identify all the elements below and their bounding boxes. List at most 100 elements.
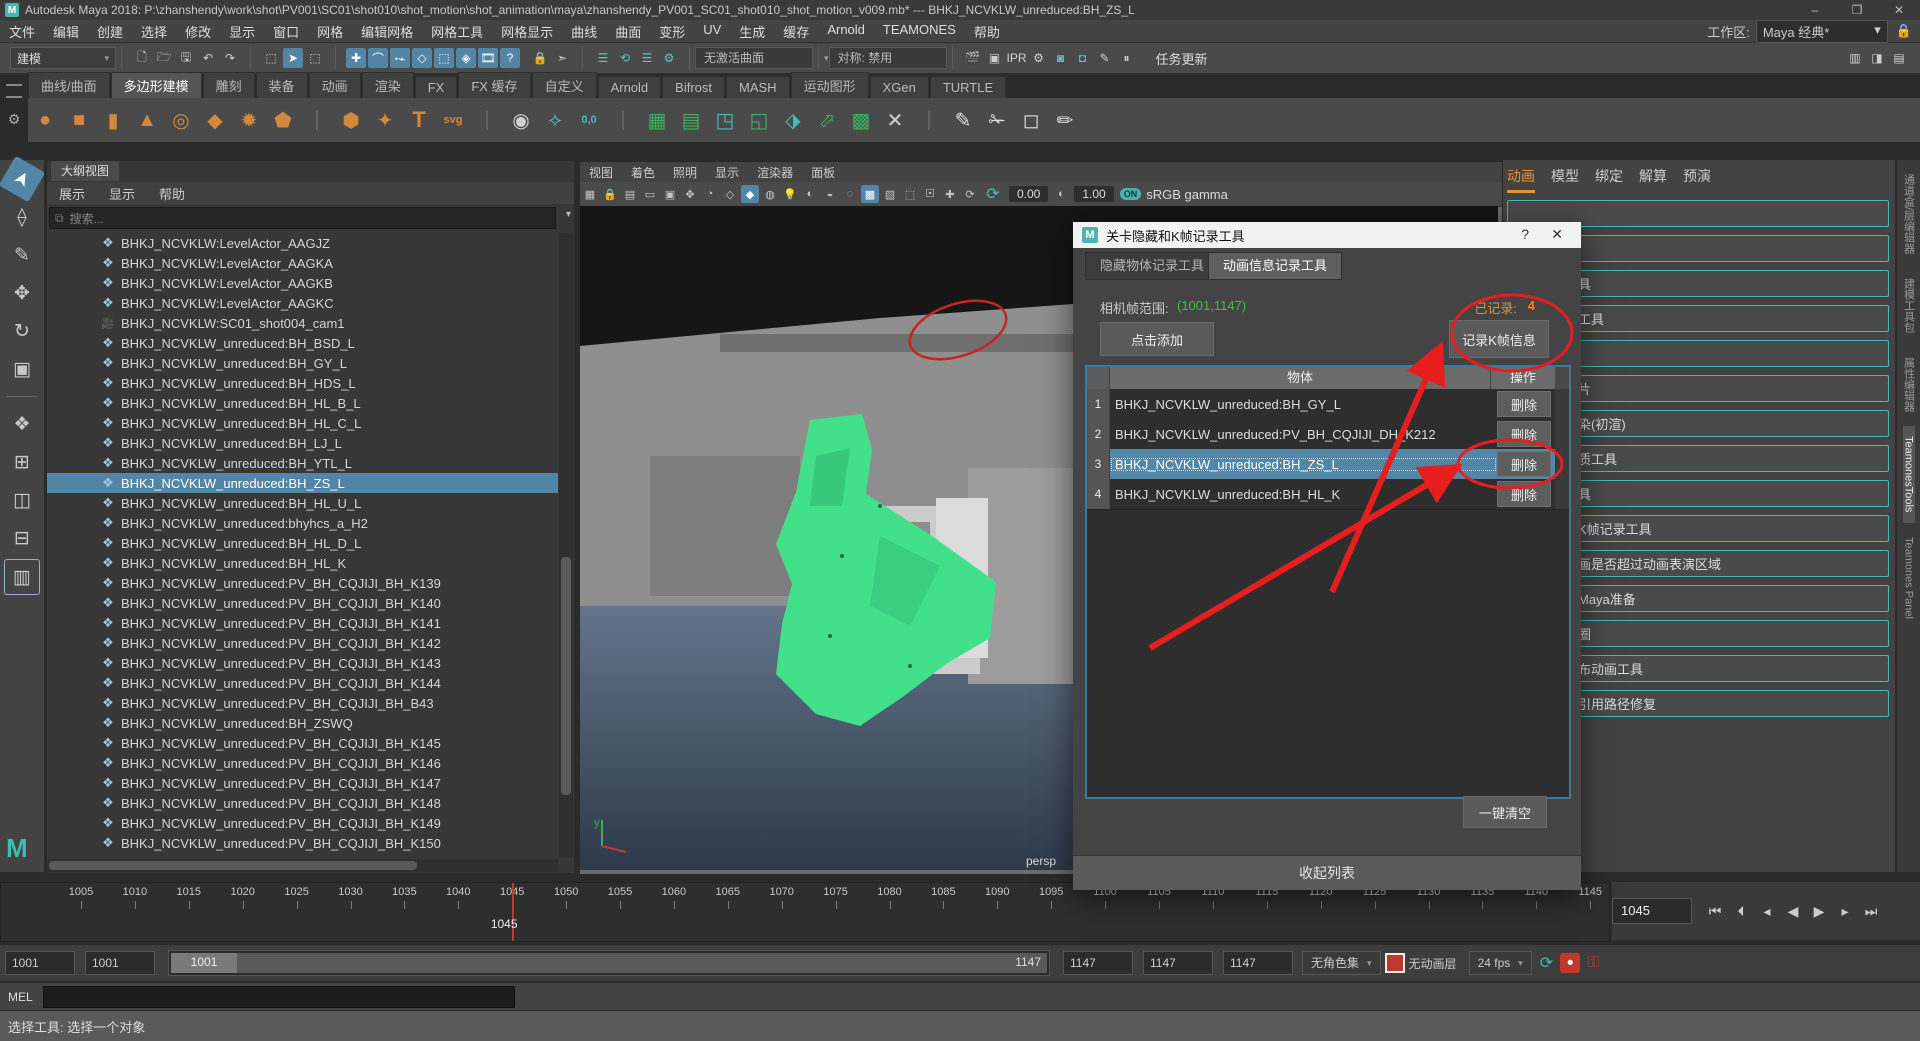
layout-two-pane-side[interactable]: ◫	[5, 483, 39, 517]
side-tab-建模工具包[interactable]: 建模工具包	[1901, 268, 1917, 343]
outliner-item[interactable]: ❖BHKJ_NCVKLW_unreduced:BH_ZSWQ	[47, 713, 558, 733]
vp-depthpeel-icon[interactable]: ▧	[881, 185, 899, 203]
outliner-item[interactable]: ❖BHKJ_NCVKLW_unreduced:PV_BH_CQJIJI_BH_K…	[47, 793, 558, 813]
layout-outliner-persp[interactable]: ▥	[4, 559, 40, 595]
viewport-menu-显示[interactable]: 显示	[706, 164, 748, 181]
vp-textured-icon[interactable]: ◍	[761, 185, 779, 203]
dialog-help-button[interactable]: ?	[1521, 226, 1529, 242]
record-kframe-button[interactable]: 记录K帧信息	[1449, 320, 1549, 358]
shelf-tab-MASH[interactable]: MASH	[726, 76, 790, 98]
outliner-item[interactable]: ❖BHKJ_NCVKLW:LevelActor_AAGJZ	[47, 233, 558, 253]
close-button[interactable]: ✕	[1878, 0, 1920, 20]
outliner-item[interactable]: ❖BHKJ_NCVKLW_unreduced:PV_BH_CQJIJI_BH_K…	[47, 613, 558, 633]
outliner-item[interactable]: 🎥BHKJ_NCVKLW:SC01_shot004_cam1	[47, 313, 558, 333]
shelf-smooth-icon[interactable]: ◳	[710, 105, 740, 135]
playback-end-field[interactable]: 1147	[1063, 951, 1133, 975]
vp-exposure-icon[interactable]: ⟳	[961, 185, 979, 203]
outliner-item[interactable]: ❖BHKJ_NCVKLW_unreduced:bhyhcs_a_H2	[47, 513, 558, 533]
workspace-lock-icon[interactable]: 🔒	[1896, 23, 1912, 39]
outliner-item[interactable]: ❖BHKJ_NCVKLW_unreduced:BH_LJ_L	[47, 433, 558, 453]
lock-selection-icon[interactable]: 🔒	[530, 48, 550, 68]
outliner-item[interactable]: ❖BHKJ_NCVKLW_unreduced:BH_HL_D_L	[47, 533, 558, 553]
shelf-star-icon[interactable]: ✦	[370, 105, 400, 135]
anim-start-field[interactable]: 1001	[5, 951, 75, 975]
menu-修改[interactable]: 修改	[176, 22, 220, 41]
shelf-sculpt-icon[interactable]: ⬢	[336, 105, 366, 135]
table-row[interactable]: 3BHKJ_NCVKLW_unreduced:BH_ZS_L删除	[1087, 449, 1569, 480]
sidebar-channelbox-icon[interactable]: ▥	[1845, 48, 1865, 68]
shelf-sphere-icon[interactable]: ●	[30, 105, 60, 135]
select-hierarchy-icon[interactable]: ⬚	[261, 48, 281, 68]
outliner-item[interactable]: ❖BHKJ_NCVKLW_unreduced:PV_BH_CQJIJI_BH_K…	[47, 753, 558, 773]
go-to-end-button[interactable]: ⏭	[1858, 898, 1884, 924]
panel-tab-动画[interactable]: 动画	[1507, 166, 1535, 193]
shelf-axis-icon[interactable]: 0,0	[574, 105, 604, 135]
outliner-item[interactable]: ❖BHKJ_NCVKLW_unreduced:PV_BH_CQJIJI_BH_K…	[47, 773, 558, 793]
step-back-key-button[interactable]: ⏴	[1728, 898, 1754, 924]
viewport-menu-视图[interactable]: 视图	[580, 164, 622, 181]
shelf-mirror-icon[interactable]: ⬗	[778, 105, 808, 135]
history-toggle-icon[interactable]: ⚙	[659, 48, 679, 68]
shelf-tab-运动图形[interactable]: 运动图形	[791, 72, 869, 98]
display-layer-icon[interactable]: ◙	[1051, 48, 1071, 68]
menu-Arnold[interactable]: Arnold	[818, 22, 874, 41]
table-row[interactable]: 4BHKJ_NCVKLW_unreduced:BH_HL_K删除	[1087, 479, 1569, 510]
shelf-tab-TURTLE[interactable]: TURTLE	[930, 76, 1006, 98]
time-slider[interactable]: 1005101010151020102510301035104010451050…	[0, 882, 1610, 942]
viewport-menu-渲染器[interactable]: 渲染器	[748, 164, 802, 181]
vp-camera-attrs-icon[interactable]: ▤	[621, 185, 639, 203]
menu-网格显示[interactable]: 网格显示	[492, 22, 562, 41]
new-scene-icon[interactable]: 🗋	[132, 48, 152, 68]
snap-help-icon[interactable]: ?	[500, 48, 520, 68]
outliner-item[interactable]: ❖BHKJ_NCVKLW_unreduced:BH_HDS_L	[47, 373, 558, 393]
symmetry-field[interactable]: 对称: 禁用	[829, 47, 947, 69]
vp-lighting-icon[interactable]: 💡	[781, 185, 799, 203]
search-filter-icon[interactable]: ⧉	[55, 211, 64, 226]
outliner-item[interactable]: ❖BHKJ_NCVKLW_unreduced:PV_BH_CQJIJI_BH_K…	[47, 653, 558, 673]
shelf-quaddraw-icon[interactable]: ✏	[1050, 105, 1080, 135]
paint-effects-icon[interactable]: ✎	[1095, 48, 1115, 68]
outliner-item[interactable]: ❖BHKJ_NCVKLW_unreduced:BH_HL_B_L	[47, 393, 558, 413]
save-scene-icon[interactable]: 🖫	[176, 48, 196, 68]
output-operations-icon[interactable]: ☰	[637, 48, 657, 68]
vp-shadows-icon[interactable]: ◐	[801, 185, 819, 203]
rotate-tool[interactable]: ↻	[5, 314, 39, 348]
pause-icon[interactable]: ⏸	[1117, 48, 1137, 68]
menu-帮助[interactable]: 帮助	[965, 22, 1009, 41]
shelf-bevel-icon[interactable]: ✕	[880, 105, 910, 135]
input-operations-icon[interactable]: ☰	[593, 48, 613, 68]
current-frame-marker[interactable]	[512, 883, 514, 941]
outliner-item[interactable]: ❖BHKJ_NCVKLW_unreduced:BH_HL_K	[47, 553, 558, 573]
shelf-collapse-handle[interactable]	[6, 84, 22, 98]
menu-缓存[interactable]: 缓存	[774, 22, 818, 41]
panel-tab-预演[interactable]: 预演	[1683, 166, 1711, 193]
menu-网格工具[interactable]: 网格工具	[422, 22, 492, 41]
menu-曲线[interactable]: 曲线	[562, 22, 606, 41]
render-current-icon[interactable]: ▣	[985, 48, 1005, 68]
make-live-icon[interactable]: ◈	[456, 48, 476, 68]
construction-history-icon[interactable]: ⟲	[615, 48, 635, 68]
paint-select-tool[interactable]: ✎	[5, 238, 39, 272]
workspace-selector[interactable]: 工作区: Maya 经典*▾ 🔒	[1707, 20, 1912, 42]
vp-xray-icon[interactable]: 🞔	[921, 185, 939, 203]
dialog-close-button[interactable]: ✕	[1551, 226, 1563, 243]
outliner-item[interactable]: ❖BHKJ_NCVKLW_unreduced:PV_BH_CQJIJI_BH_K…	[47, 633, 558, 653]
shelf-sep[interactable]: |	[914, 105, 944, 135]
outliner-item[interactable]: ❖BHKJ_NCVKLW_unreduced:PV_BH_CQJIJI_BH_K…	[47, 813, 558, 833]
outliner-item[interactable]: ❖BHKJ_NCVKLW_unreduced:PV_BH_CQJIJI_BH_K…	[47, 733, 558, 753]
vp-select-camera-icon[interactable]: ▦	[581, 185, 599, 203]
sync-icon[interactable]: ⟳	[1540, 953, 1553, 973]
snap-curve-icon[interactable]: ⌒	[368, 48, 388, 68]
outliner-item[interactable]: ❖BHKJ_NCVKLW_unreduced:BH_BSD_L	[47, 333, 558, 353]
outliner-item[interactable]: ❖BHKJ_NCVKLW_unreduced:PV_BH_CQJIJI_BH_K…	[47, 833, 558, 853]
shelf-tab-雕刻[interactable]: 雕刻	[203, 72, 255, 98]
shelf-plane-icon[interactable]: ◆	[200, 105, 230, 135]
menu-变形[interactable]: 变形	[650, 22, 694, 41]
gamma-field[interactable]: 1.00	[1074, 186, 1113, 202]
outliner-hscrollbar[interactable]	[47, 859, 558, 872]
shelf-tab-自定义[interactable]: 自定义	[532, 72, 597, 98]
menu-TEAMONES[interactable]: TEAMONES	[874, 22, 965, 41]
shelf-bridge-icon[interactable]: ▩	[846, 105, 876, 135]
shelf-multicut-icon[interactable]: ✁	[982, 105, 1012, 135]
viewport-menu-面板[interactable]: 面板	[802, 164, 844, 181]
